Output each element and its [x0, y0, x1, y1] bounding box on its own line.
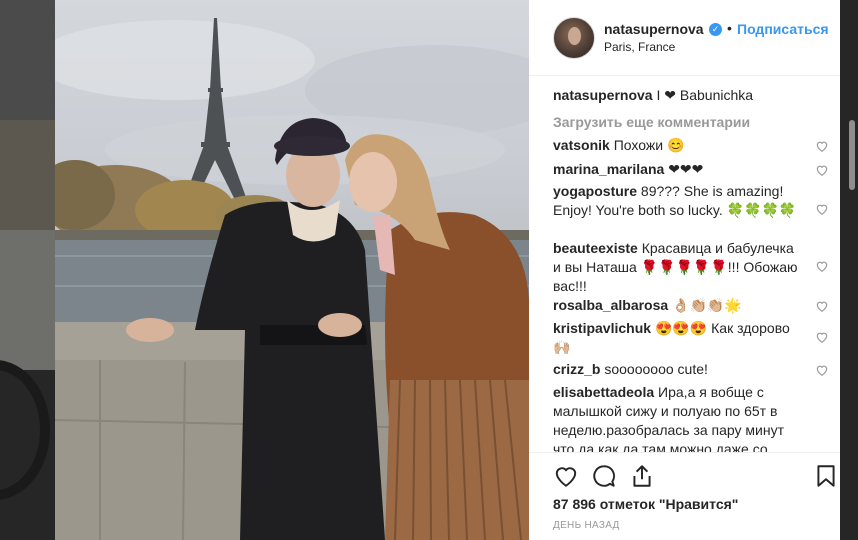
follow-button[interactable]: Подписаться [737, 21, 829, 37]
comment-item: vatsonik Похожи 😊 [553, 136, 803, 155]
caption-username[interactable]: natasupernova [553, 87, 653, 103]
avatar[interactable] [553, 17, 595, 59]
comment-item: crizz_b soooooooo cute! [553, 360, 803, 379]
comment-username[interactable]: elisabettadeola [553, 384, 654, 400]
comment-username[interactable]: rosalba_albarosa [553, 297, 668, 313]
comment-item: rosalba_albarosa 👌🏼👏🏼👏🏼🌟 [553, 296, 803, 315]
comment-item: yogaposture 89??? She is amazing! Enjoy!… [553, 182, 803, 220]
comment-text: ❤❤❤ [668, 161, 704, 177]
heart-icon[interactable] [815, 363, 829, 377]
heart-icon[interactable] [815, 163, 829, 177]
verified-badge-icon: ✓ [709, 23, 722, 36]
scrollbar[interactable] [849, 120, 855, 190]
comment-text: 👌🏼👏🏼👏🏼🌟 [672, 297, 742, 313]
heart-icon[interactable] [815, 330, 829, 344]
comment-icon[interactable] [591, 463, 617, 489]
post-sidebar: natasupernova ✓ • Подписаться Paris, Fra… [529, 0, 840, 540]
post-timestamp[interactable]: ДЕНЬ НАЗАД [553, 520, 620, 531]
comment-username[interactable]: crizz_b [553, 361, 600, 377]
heart-icon[interactable] [815, 259, 829, 273]
heart-icon[interactable] [815, 139, 829, 153]
comment-username[interactable]: vatsonik [553, 137, 610, 153]
post-actions: 87 896 отметок "Нравится" ДЕНЬ НАЗАД [529, 452, 840, 540]
likes-count[interactable]: 87 896 отметок "Нравится" [553, 496, 738, 512]
background-feed [0, 0, 55, 540]
comment-username[interactable]: yogaposture [553, 183, 637, 199]
comment-text: Похожи 😊 [613, 137, 685, 153]
heart-icon[interactable] [553, 463, 579, 489]
comment-username[interactable]: beauteexiste [553, 240, 638, 256]
location-link[interactable]: Paris, France [604, 40, 675, 54]
comment-item: kristipavlichuk 😍😍😍 Как здорово 🙌🏼 [553, 319, 803, 357]
comments-list[interactable]: natasupernova I ❤ Babunichka Загрузить е… [553, 86, 829, 452]
comment-item: elisabettadeola Ира,а я вобще с малышкой… [553, 383, 803, 452]
comment-username[interactable]: kristipavlichuk [553, 320, 651, 336]
comment-item: beauteexiste Красавица и бабулечка и вы … [553, 239, 803, 296]
comment-item: marina_marilana ❤❤❤ [553, 160, 803, 179]
caption: natasupernova I ❤ Babunichka [553, 86, 803, 105]
heart-icon[interactable] [815, 299, 829, 313]
caption-text: I ❤ Babunichka [656, 87, 754, 103]
load-more-comments[interactable]: Загрузить еще комментарии [553, 114, 750, 130]
post-photo[interactable] [55, 0, 529, 540]
background-edge [840, 0, 858, 540]
separator-dot: • [727, 20, 732, 36]
post-header: natasupernova ✓ • Подписаться Paris, Fra… [529, 0, 840, 76]
comment-username[interactable]: marina_marilana [553, 161, 664, 177]
share-icon[interactable] [629, 463, 655, 489]
comment-text: soooooooo cute! [604, 361, 708, 377]
bookmark-icon[interactable] [813, 463, 839, 489]
heart-icon[interactable] [815, 202, 829, 216]
username-link[interactable]: natasupernova [604, 21, 704, 37]
